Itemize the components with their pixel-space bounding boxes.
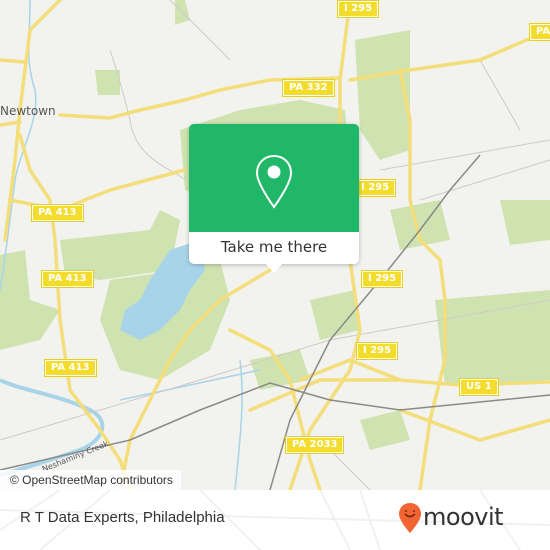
destination-popup: Take me there bbox=[189, 124, 359, 273]
road-shield: PA 2033 bbox=[284, 436, 345, 454]
moovit-wordmark: moovit bbox=[423, 503, 504, 531]
popup-header bbox=[189, 124, 359, 232]
place-title: R T Data Experts, Philadelphia bbox=[20, 509, 225, 526]
moovit-logo[interactable]: moovit bbox=[398, 502, 504, 538]
road-shield: US 1 bbox=[459, 378, 499, 396]
road-shield: PA 413 bbox=[31, 204, 84, 222]
place-label-newtown: Newtown bbox=[0, 104, 56, 118]
road-shield: PA 413 bbox=[44, 359, 97, 377]
road-shield: PA bbox=[528, 23, 550, 41]
location-pin-icon bbox=[255, 154, 293, 209]
popup-pointer bbox=[265, 263, 283, 273]
footer-bar: R T Data Experts, Philadelphia moovit bbox=[0, 490, 550, 550]
road-shield: I 295 bbox=[360, 270, 404, 288]
road-shield: I 295 bbox=[355, 342, 399, 360]
road-shield: PA 332 bbox=[282, 79, 335, 97]
road-shield: PA 413 bbox=[41, 270, 94, 288]
road-shield: I 295 bbox=[336, 0, 380, 18]
take-me-there-button[interactable]: Take me there bbox=[189, 232, 359, 264]
map-attribution[interactable]: © OpenStreetMap contributors bbox=[0, 470, 181, 490]
moovit-pin-icon bbox=[399, 503, 421, 533]
road-shield: I 295 bbox=[353, 179, 397, 197]
map-view[interactable]: Newtown Neshaminy Creek I 295 PA 332 PA … bbox=[0, 0, 550, 490]
